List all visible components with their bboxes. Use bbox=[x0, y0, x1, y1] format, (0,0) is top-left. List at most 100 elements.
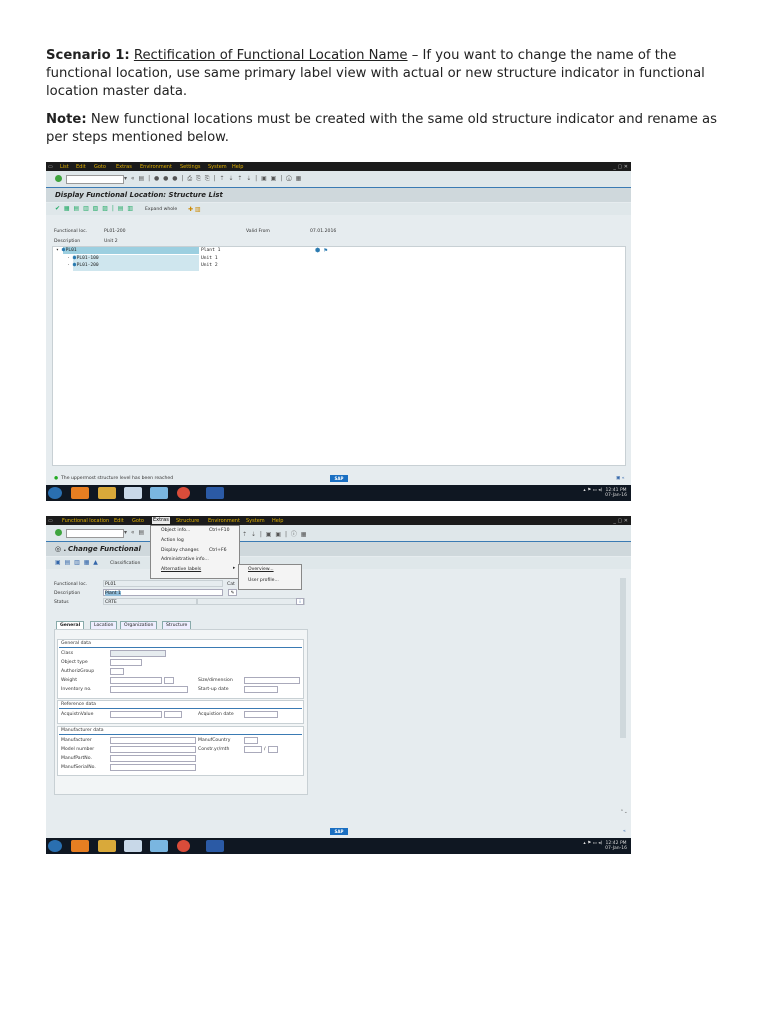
note-text: New functional locations must be created… bbox=[46, 112, 717, 145]
alternative-labels-submenu: Overview... User profile... bbox=[238, 564, 302, 590]
menu-item-object-info[interactable]: Object info... bbox=[161, 528, 190, 533]
classification-button[interactable]: Classification bbox=[110, 561, 140, 566]
tray-icons[interactable]: ▴ ⚑ ▭ ◂) bbox=[583, 488, 602, 493]
explorer-icon[interactable] bbox=[98, 840, 116, 852]
toolbar-icons-right[interactable]: ⇡ ⇣ | ▣ ▣ | ⓘ ▦ bbox=[242, 529, 307, 538]
menu-help[interactable]: Help bbox=[232, 164, 243, 170]
window-controls-icon[interactable]: _ ▢ ✕ bbox=[613, 518, 628, 524]
tree-selection bbox=[63, 247, 199, 254]
constr-yr-mth-label: Constr.yr/mth bbox=[198, 747, 230, 752]
acquisition-value-field[interactable] bbox=[110, 711, 162, 718]
enter-icon[interactable] bbox=[55, 175, 62, 182]
menu-extras[interactable]: Extras bbox=[152, 517, 170, 524]
vertical-scrollbar[interactable] bbox=[620, 578, 626, 738]
menu-environment[interactable]: Environment bbox=[208, 518, 240, 524]
chrome-icon[interactable] bbox=[177, 487, 190, 499]
menu-item-administrative-info[interactable]: Administrative info... bbox=[161, 557, 209, 562]
outlook-icon[interactable] bbox=[71, 840, 89, 852]
currency-field[interactable] bbox=[164, 711, 182, 718]
shortcut-display-changes: Ctrl+F6 bbox=[209, 548, 227, 553]
system-info-icon[interactable]: « bbox=[623, 829, 626, 834]
menu-item-display-changes[interactable]: Display changes bbox=[161, 548, 199, 553]
start-button-icon[interactable] bbox=[48, 840, 62, 852]
menu-settings[interactable]: Settings bbox=[180, 164, 201, 170]
toolbar-icons[interactable]: ▾ « ▤ bbox=[124, 529, 145, 536]
menu-edit[interactable]: Edit bbox=[114, 518, 124, 524]
tree-row[interactable]: ▾ ⬢PL01 bbox=[56, 248, 77, 253]
command-field[interactable] bbox=[66, 529, 124, 538]
menu-system[interactable]: System bbox=[208, 164, 227, 170]
menu-item-user-profile[interactable]: User profile... bbox=[248, 578, 279, 583]
tree-row[interactable]: · ⬢PL01-100 bbox=[67, 256, 99, 261]
system-info-icon[interactable]: ▣ « bbox=[616, 476, 625, 481]
outlook-icon[interactable] bbox=[71, 487, 89, 499]
func-loc-field: PL01 bbox=[103, 580, 223, 587]
menu-help[interactable]: Help bbox=[272, 518, 283, 524]
notepad-icon[interactable] bbox=[124, 487, 142, 499]
tray-icons[interactable]: ▴ ⚑ ▭ ◂) bbox=[583, 841, 602, 846]
menu-goto[interactable]: Goto bbox=[94, 164, 106, 170]
manufacturer-field[interactable] bbox=[110, 737, 196, 744]
tree-id: PL01 bbox=[65, 248, 77, 253]
sap-menu-icon[interactable]: ▭ bbox=[48, 518, 53, 524]
menu-item-overview[interactable]: Overview... bbox=[248, 567, 274, 572]
model-number-field[interactable] bbox=[110, 746, 196, 753]
sap-logon-icon[interactable] bbox=[150, 840, 168, 852]
app-toolbar-icons[interactable]: ▣ ▤ ▥ ▦ ▲ bbox=[55, 559, 99, 566]
word-icon[interactable] bbox=[206, 840, 224, 852]
menu-system[interactable]: System bbox=[246, 518, 265, 524]
command-field[interactable] bbox=[66, 175, 124, 184]
object-icons[interactable]: ⬢ ⚑ bbox=[315, 247, 327, 254]
menu-edit[interactable]: Edit bbox=[76, 164, 86, 170]
inventory-no-field[interactable] bbox=[110, 686, 188, 693]
menu-environment[interactable]: Environment bbox=[140, 164, 172, 170]
description-field[interactable]: Plant 1 bbox=[103, 589, 223, 596]
tree-text: Plant 1 bbox=[201, 248, 221, 253]
start-button-icon[interactable] bbox=[48, 487, 62, 499]
menu-item-alternative-labels[interactable]: Alternative labels bbox=[161, 567, 201, 572]
startup-date-field[interactable] bbox=[244, 686, 278, 693]
status-field: CRTE bbox=[103, 598, 197, 605]
weight-unit-field[interactable] bbox=[164, 677, 174, 684]
expand-whole-button[interactable]: Expand whole bbox=[145, 207, 177, 212]
menu-functional-location[interactable]: Functional location bbox=[62, 518, 109, 524]
toolbar-icons[interactable]: ▾ « ▤ | ● ● ● | ⎙ ⎘ ⎘ | ⇡ ⇣ ⇡ ⇣ | ▣ ▣ | … bbox=[124, 175, 302, 183]
app-toolbar-icons[interactable]: ✔ ▦ ▤ ▥ ▧ ▨ | ▤ ▥ bbox=[55, 205, 134, 212]
chrome-icon[interactable] bbox=[177, 840, 190, 852]
sap-menu-icon[interactable]: ▭ bbox=[48, 164, 53, 170]
scroll-down-icon[interactable]: ⌃⌄ bbox=[620, 810, 628, 815]
manuf-serial-no-field[interactable] bbox=[110, 764, 196, 771]
func-loc-label: Functional loc. bbox=[54, 229, 88, 234]
acquisition-date-field[interactable] bbox=[244, 711, 278, 718]
notepad-icon[interactable] bbox=[124, 840, 142, 852]
status-info-icon[interactable]: i bbox=[296, 598, 304, 605]
tree-text: Unit 1 bbox=[201, 256, 218, 261]
manuf-country-field[interactable] bbox=[244, 737, 258, 744]
enter-icon[interactable] bbox=[55, 529, 62, 536]
group-title: Manufacturer data bbox=[61, 728, 104, 733]
object-type-field[interactable] bbox=[110, 659, 142, 666]
display-change-icon[interactable]: ◎ . bbox=[55, 545, 66, 553]
explorer-icon[interactable] bbox=[98, 487, 116, 499]
size-dimension-field[interactable] bbox=[244, 677, 300, 684]
authoriz-group-field[interactable] bbox=[110, 668, 124, 675]
structure-tree: ▾ ⬢PL01 Plant 1 · ⬢PL01-100 Unit 1 · ⬢PL… bbox=[52, 246, 626, 466]
menu-extras[interactable]: Extras bbox=[116, 164, 132, 170]
menu-structure[interactable]: Structure bbox=[176, 518, 199, 524]
startup-date-label: Start-up date bbox=[198, 687, 229, 692]
class-field[interactable] bbox=[110, 650, 166, 657]
add-icons[interactable]: ✚ ▥ bbox=[188, 206, 201, 213]
tree-row[interactable]: · ⬢PL01-200 bbox=[67, 263, 99, 268]
constr-month-field[interactable] bbox=[268, 746, 278, 753]
long-text-icon[interactable]: ✎ bbox=[228, 589, 237, 596]
constr-year-field[interactable] bbox=[244, 746, 262, 753]
menu-list[interactable]: List bbox=[60, 164, 69, 170]
menu-goto[interactable]: Goto bbox=[132, 518, 144, 524]
word-icon[interactable] bbox=[206, 487, 224, 499]
status-bar: ● The uppermost structure level has been… bbox=[46, 474, 631, 483]
manuf-part-no-field[interactable] bbox=[110, 755, 196, 762]
window-controls-icon[interactable]: _ ▢ ✕ bbox=[613, 164, 628, 170]
menu-item-action-log[interactable]: Action log bbox=[161, 538, 184, 543]
sap-logon-icon[interactable] bbox=[150, 487, 168, 499]
weight-field[interactable] bbox=[110, 677, 162, 684]
